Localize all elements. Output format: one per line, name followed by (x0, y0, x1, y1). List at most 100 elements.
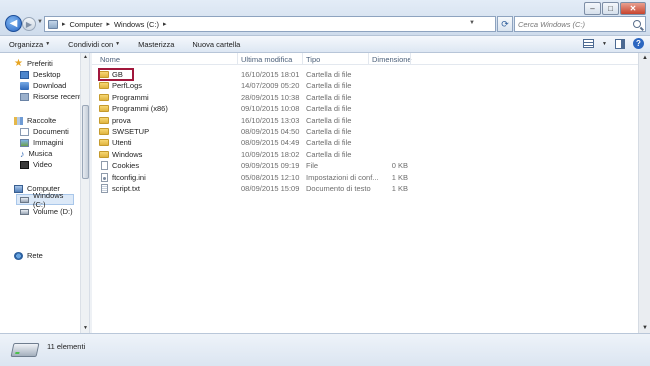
maximize-button[interactable]: □ (602, 2, 619, 15)
table-row[interactable]: Cookies 09/09/2015 09:19 File 0 KB (92, 160, 638, 171)
nav-item-drive-c[interactable]: Windows (C:) (16, 191, 74, 209)
burn-label: Masterizza (138, 39, 175, 49)
new-folder-label: Nuova cartella (192, 39, 241, 49)
recent-pages-dropdown[interactable]: ▼ (37, 19, 43, 25)
nav-scroll-thumb[interactable] (82, 105, 89, 179)
folder-icon (99, 105, 109, 113)
column-divider[interactable] (410, 53, 411, 65)
libraries-icon (14, 116, 23, 125)
drive-icon (20, 196, 29, 203)
view-controls: ▼ ? (583, 38, 644, 49)
minimize-button[interactable]: – (584, 2, 601, 15)
column-header-type[interactable]: Tipo (306, 55, 320, 64)
view-options-icon[interactable] (583, 39, 595, 48)
table-row[interactable]: Programmi 28/09/2015 10:38 Cartella di fil… (92, 92, 638, 103)
nav-item-download[interactable]: Download (20, 80, 66, 91)
table-row[interactable]: Utenti 08/09/2015 04:49 Cartella di file (92, 137, 638, 148)
breadcrumb-drive[interactable]: Windows (C:) (114, 20, 159, 29)
nav-item-video[interactable]: Video (20, 159, 52, 170)
chevron-right-icon[interactable]: ▸ (106, 20, 110, 28)
drive-icon (10, 343, 40, 357)
file-name: PerfLogs (112, 81, 143, 91)
file-modified: 16/10/2015 13:03 (241, 115, 300, 125)
file-type: Cartella di file (306, 104, 352, 114)
table-row[interactable]: SWSETUP 08/09/2015 04:50 Cartella di file (92, 126, 638, 137)
file-name: Utenti (112, 138, 132, 148)
file-name: Cookies (112, 161, 140, 171)
file-modified: 14/07/2009 05:20 (241, 81, 300, 91)
column-header-size[interactable]: Dimensione (372, 55, 412, 64)
scroll-up-arrow-icon[interactable]: ▲ (640, 53, 650, 63)
organize-button[interactable]: Organizza ▼ (0, 40, 59, 49)
file-size: 1 KB (391, 172, 408, 182)
navigation-pane: ★ Preferiti Desktop Download Risorse rec… (0, 53, 89, 333)
breadcrumb-computer[interactable]: Computer (70, 20, 103, 29)
file-modified: 08/09/2015 04:49 (241, 138, 300, 148)
search-box[interactable] (514, 16, 646, 32)
command-bar: Organizza ▼ Condividi con ▼ Masterizza N… (0, 36, 650, 53)
chevron-right-icon[interactable]: ▸ (163, 20, 167, 28)
nav-item-desktop[interactable]: Desktop (20, 69, 61, 80)
drive-icon (20, 208, 29, 215)
nav-favorites[interactable]: ★ Preferiti (14, 58, 53, 69)
selection-highlight (98, 68, 134, 81)
computer-icon (48, 19, 58, 29)
desktop-icon (20, 70, 29, 79)
column-divider[interactable] (302, 53, 303, 65)
nav-network[interactable]: Rete (14, 250, 43, 261)
column-header-modified[interactable]: Ultima modifica (241, 55, 292, 64)
table-row[interactable]: prova 16/10/2015 13:03 Cartella di file (92, 115, 638, 126)
scroll-down-arrow-icon[interactable]: ▼ (640, 323, 650, 333)
column-header-name[interactable]: Nome (100, 55, 120, 64)
back-button[interactable]: ◀ (5, 15, 22, 32)
table-row[interactable]: Programmi (x86) 09/10/2015 10:08 Cartella … (92, 103, 638, 114)
file-modified: 28/09/2015 10:38 (241, 92, 300, 102)
table-row[interactable]: GB 16/10/2015 18:01 Cartella di file (92, 69, 638, 80)
share-button[interactable]: Condividi con ▼ (59, 40, 129, 49)
search-icon[interactable] (633, 20, 641, 28)
new-folder-button[interactable]: Nuova cartella (183, 40, 249, 49)
nav-item-pictures[interactable]: Immagini (20, 137, 63, 148)
close-button[interactable]: ✕ (620, 2, 646, 15)
chevron-down-icon[interactable]: ▼ (602, 41, 607, 47)
burn-button[interactable]: Masterizza (129, 40, 183, 49)
nav-item-documents[interactable]: Documenti (20, 126, 69, 137)
documents-icon (20, 127, 29, 136)
file-type: Cartella di file (306, 127, 352, 136)
help-icon[interactable]: ? (633, 38, 644, 49)
column-divider[interactable] (237, 53, 238, 65)
chevron-right-icon[interactable]: ▸ (62, 20, 66, 28)
nav-item-recent[interactable]: Risorse recenti (20, 91, 83, 102)
table-row[interactable]: PerfLogs 14/07/2009 05:20 Cartella di file (92, 80, 638, 91)
organize-label: Organizza (9, 39, 44, 49)
address-bar[interactable]: ▸ Computer ▸ Windows (C:) ▸ ▼ (44, 16, 496, 32)
file-name: Windows (112, 149, 143, 159)
table-row[interactable]: script.txt 08/09/2015 15:09 Documento di t… (92, 183, 638, 194)
forward-arrow-icon: ▶ (25, 19, 33, 29)
address-dropdown-icon[interactable]: ▼ (469, 20, 475, 26)
file-name: script.txt (112, 184, 140, 193)
file-list-scrollbar[interactable]: ▲ ▼ (638, 53, 650, 333)
nav-item-music[interactable]: ♪ Musica (20, 148, 52, 159)
window-controls: – □ ✕ (584, 2, 646, 15)
search-input[interactable] (518, 19, 630, 29)
nav-libraries[interactable]: Raccolte (14, 115, 56, 126)
nav-item-label: Desktop (33, 70, 61, 79)
file-type: Cartella di file (306, 70, 352, 79)
column-divider[interactable] (368, 53, 369, 65)
nav-item-drive-d[interactable]: Volume (D:) (20, 206, 73, 217)
refresh-button[interactable]: ⟳ (497, 16, 513, 32)
file-modified: 16/10/2015 18:01 (241, 70, 300, 79)
file-type: Cartella di file (306, 115, 352, 125)
table-row[interactable]: ftconfig.ini 05/08/2015 12:10 Impostazioni… (92, 172, 638, 183)
nav-pane-scrollbar[interactable]: ▲ ▼ (80, 53, 89, 333)
preview-pane-icon[interactable] (615, 38, 625, 49)
file-name: Programmi (x86) (112, 104, 168, 114)
folder-icon (99, 139, 109, 147)
star-icon: ★ (14, 57, 23, 69)
forward-button[interactable]: ▶ (22, 17, 36, 31)
file-type: Cartella di file (306, 149, 352, 159)
table-row[interactable]: Windows 10/09/2015 18:02 Cartella di file (92, 149, 638, 160)
file-name: ftconfig.ini (112, 172, 146, 182)
nav-item-label: Musica (28, 149, 53, 158)
